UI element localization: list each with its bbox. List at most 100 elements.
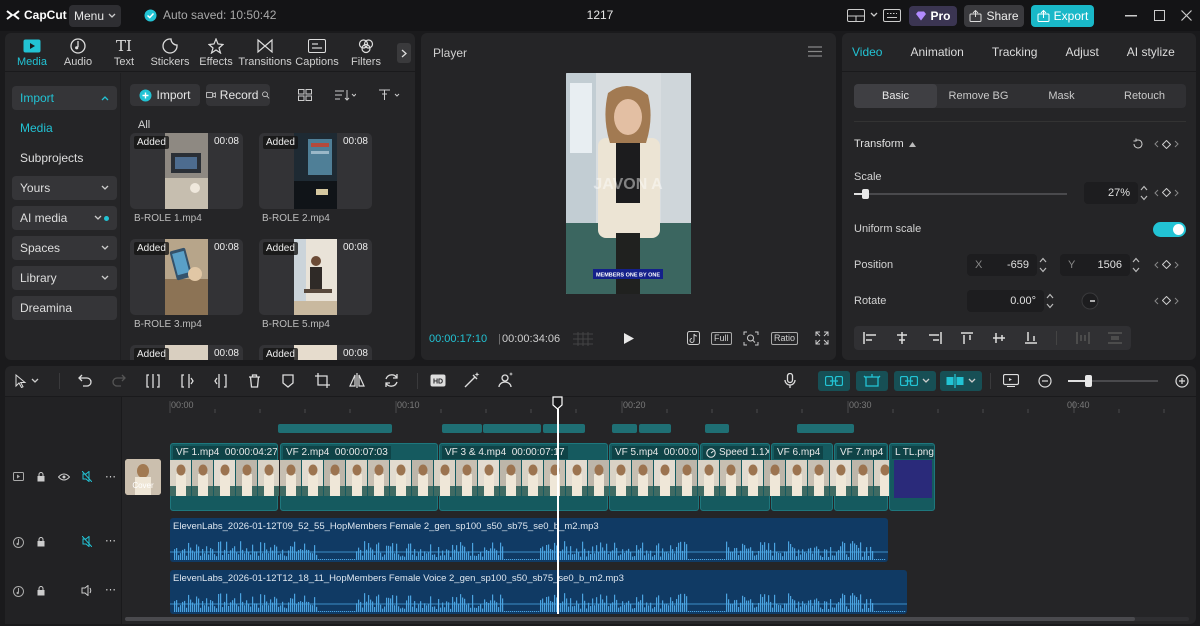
text-clip[interactable] — [797, 424, 854, 433]
pro-button[interactable]: Pro — [909, 6, 957, 26]
fullscreen-icon[interactable] — [815, 331, 829, 345]
playhead-handle[interactable] — [552, 396, 563, 410]
text-clip[interactable] — [278, 424, 392, 433]
link-clips-toggle[interactable] — [818, 371, 850, 391]
sidebar-item-import[interactable]: Import — [12, 86, 117, 110]
align-center-v-icon[interactable] — [992, 332, 1006, 344]
all-filter-label[interactable]: All — [138, 119, 150, 131]
split-left-icon[interactable] — [180, 374, 194, 388]
lock-icon[interactable] — [37, 472, 45, 482]
media-item[interactable]: Added 00:08 — [259, 345, 372, 360]
more-options-icon[interactable]: ⋯ — [105, 583, 116, 596]
video-clip[interactable]: VF 2.mp4 00:00:07:03 — [280, 443, 438, 511]
auto-snap-toggle[interactable] — [894, 371, 936, 391]
tab-text[interactable]: TI Text — [101, 33, 147, 71]
keyframe-diamond-icon[interactable] — [1162, 188, 1171, 197]
media-item[interactable]: Added 00:08 — [259, 133, 372, 209]
video-preview[interactable]: JAVON A MEMBERS ONE BY ONE — [566, 73, 691, 294]
stepper-icon[interactable] — [1039, 256, 1047, 274]
preview-frame-icon[interactable] — [1003, 374, 1019, 387]
sidebar-item-yours[interactable]: Yours — [12, 176, 117, 200]
delete-icon[interactable] — [248, 374, 261, 388]
media-item[interactable]: Added 00:08 — [130, 239, 243, 315]
hd-icon[interactable]: HD — [430, 374, 446, 387]
tab-adjust[interactable]: Adjust — [1065, 45, 1098, 59]
media-item[interactable]: Added 00:08 — [130, 133, 243, 209]
media-item[interactable]: Added 00:08 — [130, 345, 243, 360]
sidebar-item-subprojects[interactable]: Subprojects — [12, 146, 117, 170]
video-clip[interactable]: VF 3 & 4.mp4 00:00:07:17 — [439, 443, 608, 511]
text-clip[interactable] — [639, 424, 671, 433]
align-center-h-icon[interactable] — [895, 332, 909, 344]
tab-filters[interactable]: Filters — [343, 33, 389, 71]
reset-icon[interactable] — [1132, 138, 1144, 150]
lock-icon[interactable] — [37, 537, 45, 547]
text-clip[interactable] — [543, 424, 585, 433]
speaker-icon[interactable] — [81, 585, 93, 596]
search-icon[interactable] — [262, 90, 270, 100]
transform-header[interactable]: Transform — [854, 138, 916, 150]
tabs-more-button[interactable] — [397, 43, 411, 63]
mute-track-icon[interactable] — [82, 536, 92, 547]
split-right-icon[interactable] — [214, 374, 228, 388]
tiktok-icon[interactable] — [687, 331, 700, 345]
magic-wand-icon[interactable] — [464, 372, 480, 388]
chevron-left-icon[interactable] — [1154, 261, 1159, 269]
chevron-right-icon[interactable] — [1174, 189, 1179, 197]
text-clip[interactable] — [483, 424, 541, 433]
split-icon[interactable] — [146, 374, 160, 388]
distribute-h-icon[interactable] — [1075, 332, 1090, 344]
audio-clip[interactable]: ElevenLabs_2026-01-12T09_52_55_HopMember… — [170, 518, 888, 562]
text-clip[interactable] — [442, 424, 482, 433]
full-button[interactable]: Full — [711, 332, 732, 345]
video-clip[interactable]: VF 7.mp4 — [834, 443, 888, 511]
marker-icon[interactable] — [282, 374, 294, 388]
keyframe-diamond-icon[interactable] — [1162, 296, 1171, 305]
ai-person-icon[interactable] — [498, 372, 514, 388]
text-clip[interactable] — [705, 424, 729, 433]
chevron-left-icon[interactable] — [1154, 189, 1159, 197]
play-icon[interactable] — [623, 332, 635, 345]
zoom-in-icon[interactable] — [1175, 374, 1189, 388]
tab-transitions[interactable]: Transitions — [238, 33, 292, 71]
stepper-icon[interactable] — [1046, 292, 1054, 310]
project-title[interactable]: 1217 — [560, 8, 640, 22]
zoom-out-icon[interactable] — [1038, 374, 1052, 388]
scale-input[interactable]: 27% — [1084, 182, 1138, 204]
chevron-left-icon[interactable] — [1154, 140, 1159, 148]
align-top-icon[interactable] — [960, 332, 974, 344]
align-right-icon[interactable] — [928, 332, 942, 344]
close-icon[interactable] — [1181, 10, 1192, 21]
magnet-toggle[interactable] — [856, 371, 888, 391]
scale-slider[interactable] — [854, 189, 1067, 199]
tab-animation[interactable]: Animation — [910, 45, 963, 59]
cover-thumbnail[interactable]: Cover — [125, 459, 161, 495]
subtab-retouch[interactable]: Retouch — [1103, 84, 1186, 108]
hamburger-menu-icon[interactable] — [808, 46, 822, 57]
grid-view-icon[interactable] — [298, 89, 312, 101]
position-y-input[interactable]: Y 1506 — [1060, 254, 1130, 276]
distribute-v-icon[interactable] — [1107, 332, 1122, 344]
timecode-grid-icon[interactable] — [573, 332, 593, 346]
mirror-icon[interactable] — [349, 373, 365, 388]
select-tool[interactable] — [15, 374, 39, 388]
minimize-icon[interactable] — [1125, 15, 1137, 17]
rotate-input[interactable]: 0.00° — [967, 290, 1044, 312]
chevron-left-icon[interactable] — [1154, 297, 1159, 305]
zoom-slider-handle[interactable] — [1085, 375, 1092, 387]
video-clip[interactable]: Speed 1.1X — [700, 443, 770, 511]
menu-button[interactable]: Menu — [69, 5, 121, 27]
preview-axis-toggle[interactable] — [940, 371, 982, 391]
sidebar-item-spaces[interactable]: Spaces — [12, 236, 117, 260]
tab-tracking[interactable]: Tracking — [992, 45, 1038, 59]
crop-icon[interactable] — [315, 373, 330, 388]
subtab-basic[interactable]: Basic — [854, 84, 937, 108]
chevron-right-icon[interactable] — [1174, 261, 1179, 269]
align-left-icon[interactable] — [863, 332, 877, 344]
tab-stickers[interactable]: Stickers — [147, 33, 193, 71]
subtab-remove-bg[interactable]: Remove BG — [937, 84, 1020, 108]
record-button[interactable]: Record — [206, 84, 270, 106]
sort-icon[interactable] — [334, 89, 356, 101]
layout-icon[interactable] — [847, 9, 865, 22]
tab-audio[interactable]: Audio — [55, 33, 101, 71]
